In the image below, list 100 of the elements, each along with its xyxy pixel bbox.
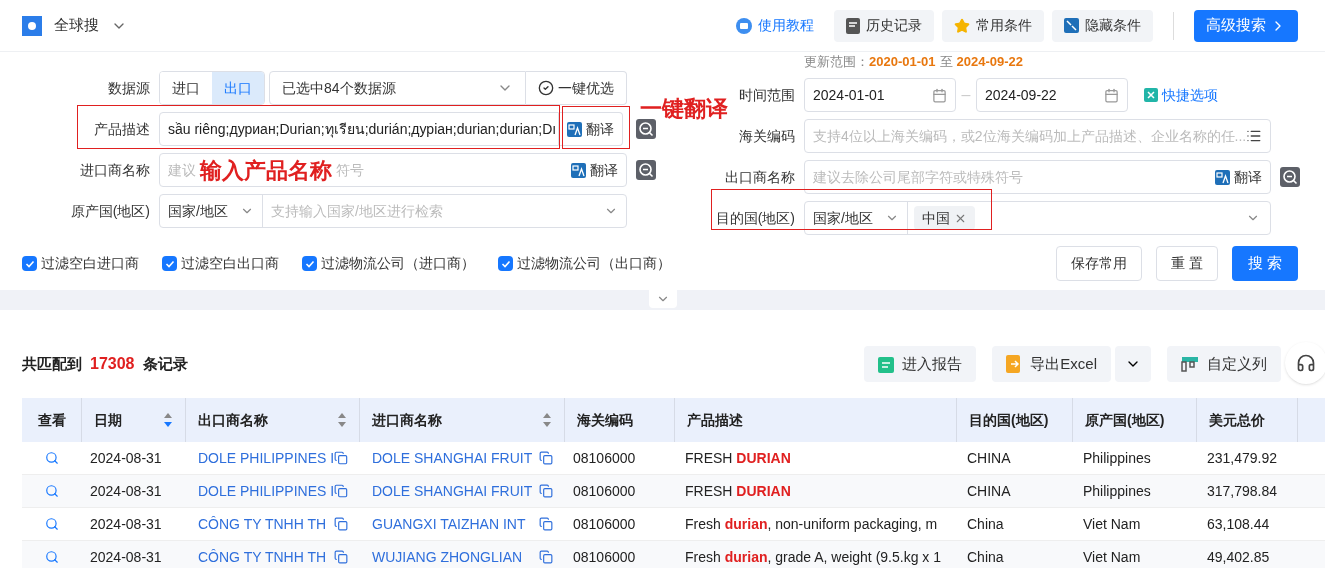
filter-checkbox[interactable]: 过滤空白出口商 (162, 253, 279, 274)
export-dropdown-button[interactable] (1115, 346, 1151, 382)
copy-icon[interactable] (539, 484, 553, 498)
quick-options-link[interactable]: 快捷选项 (1144, 84, 1218, 106)
report-icon (878, 355, 895, 373)
form-button[interactable]: 重 置 (1155, 246, 1218, 281)
advanced-search-button[interactable]: 高级搜索 (1194, 9, 1298, 42)
headset-icon (1296, 353, 1316, 373)
field-label: 数据源 (107, 78, 150, 98)
table-cell-text: 317,798.84 (1206, 481, 1279, 501)
search-icon[interactable] (45, 451, 59, 465)
source-toggle[interactable]: 出口 (212, 72, 264, 104)
update-end-date: 2024-09-22 (956, 52, 1023, 71)
copy-icon[interactable] (334, 484, 348, 498)
field-label: 时间范围 (738, 85, 795, 105)
field-label: 进口商名称 (79, 160, 150, 180)
search-icon[interactable] (45, 550, 59, 564)
table-cell-text: Philippines (1082, 448, 1152, 468)
table-cell-text: China (966, 514, 1005, 534)
table-cell-text: Viet Nam (1082, 514, 1142, 534)
scope-select[interactable]: 全球搜 (22, 14, 127, 37)
company-link[interactable]: DOLE PHILIPPINES I (198, 447, 335, 469)
company-link[interactable]: DOLE PHILIPPINES I (198, 480, 335, 502)
field-label: 原产国(地区) (69, 201, 150, 221)
results-label: 条记录 (142, 353, 188, 374)
toolbar-button[interactable]: 常用条件 (942, 9, 1044, 42)
tutorial-icon (736, 17, 752, 34)
search-button[interactable]: 搜 索 (1231, 246, 1298, 281)
columns-icon (1181, 356, 1199, 372)
copy-icon[interactable] (539, 517, 553, 531)
table-cell-text: 2024-08-31 (89, 448, 163, 468)
action-button[interactable]: 自定义列 (1167, 346, 1281, 382)
filter-checkbox[interactable]: 过滤物流公司（出口商） (498, 253, 671, 274)
sort-icon[interactable] (163, 412, 173, 428)
table-cell-text: CHINA (966, 481, 1012, 501)
annotation-box (562, 106, 630, 149)
check-icon (24, 258, 35, 269)
export-icon (1006, 355, 1023, 373)
copy-icon[interactable] (334, 451, 348, 465)
translate-button[interactable]: 翻译 (559, 113, 622, 145)
star-icon (954, 17, 970, 34)
source-select[interactable]: 已选中84个数据源 (269, 71, 526, 105)
date-field[interactable]: 2024-09-22 (976, 78, 1128, 112)
table-cell-text: Fresh durian, grade A, weight (9.5.kg x 1 (685, 547, 941, 567)
company-link[interactable]: WUJIANG ZHONGLIAN (372, 546, 523, 568)
company-link[interactable]: GUANGXI TAIZHAN INT (372, 513, 526, 535)
field-label: 目的国(地区) (714, 208, 795, 228)
annotation-text: 一键翻译 (640, 95, 728, 123)
optimize-button[interactable]: 一键优选 (526, 71, 627, 105)
table-cell-text: 08106000 (572, 514, 637, 534)
copy-icon[interactable] (334, 517, 348, 531)
action-button[interactable]: 进入报告 (864, 346, 977, 382)
update-range-separator: 至 (939, 52, 953, 71)
translate-icon (567, 121, 582, 137)
company-link[interactable]: CÔNG TY TNHH TH (198, 546, 327, 568)
toolbar-button[interactable]: 隐藏条件 (1052, 9, 1153, 42)
table-cell-text: FRESH DURIAN (685, 481, 791, 501)
company-link[interactable]: DOLE SHANGHAI FRUIT (372, 480, 533, 502)
search-minus-icon[interactable] (636, 119, 656, 139)
country-type-select[interactable]: 国家/地区 (805, 202, 908, 234)
update-start-date: 2020-01-01 (869, 52, 936, 71)
search-minus-icon[interactable] (636, 160, 656, 180)
table-cell-text: 2024-08-31 (89, 547, 163, 567)
form-button[interactable]: 保存常用 (1055, 246, 1142, 281)
table-cell-text: CHINA (966, 448, 1012, 468)
copy-icon[interactable] (539, 451, 553, 465)
calendar-icon (1104, 87, 1119, 103)
search-icon[interactable] (45, 517, 59, 531)
table-cell-text: 231,479.92 (1206, 448, 1279, 468)
check-circle-icon (538, 80, 554, 96)
filter-checkbox[interactable]: 过滤物流公司（进口商） (302, 253, 475, 274)
table-cell-text: 2024-08-31 (89, 514, 163, 534)
date-separator: – (960, 85, 972, 105)
filter-checkbox[interactable]: 过滤空白进口商 (22, 253, 139, 274)
input-field[interactable]: sầu riêng;дуриан;Durian;ทุเรียน;durián;дуріан;durian;durian;Dı (159, 112, 559, 146)
check-icon (304, 258, 315, 269)
field-label: 产品描述 (93, 119, 150, 139)
action-button[interactable]: 导出Excel (992, 346, 1111, 382)
list-icon (1246, 128, 1262, 144)
country-tag[interactable]: 中国 (913, 206, 975, 230)
table-cell-text: 08106000 (572, 448, 637, 468)
field-label: 出口商名称 (724, 167, 795, 187)
sort-icon[interactable] (337, 412, 347, 428)
tutorial-link[interactable]: 使用教程 (724, 9, 826, 42)
copy-icon[interactable] (539, 550, 553, 564)
date-field[interactable]: 2024-01-01 (804, 78, 956, 112)
table-cell-text: 49,402.85 (1206, 547, 1271, 567)
sort-icon[interactable] (542, 412, 552, 428)
company-link[interactable]: DOLE SHANGHAI FRUIT (372, 447, 533, 469)
country-type-select[interactable]: 国家/地区 (160, 195, 263, 227)
table-cell-text: 2024-08-31 (89, 481, 163, 501)
table-cell-text: Viet Nam (1082, 547, 1142, 567)
copy-icon[interactable] (334, 550, 348, 564)
search-icon[interactable] (45, 484, 59, 498)
toolbar-button[interactable]: 历史记录 (834, 9, 934, 42)
company-link[interactable]: CÔNG TY TNHH TH (198, 513, 327, 535)
table-cell-text: China (966, 547, 1005, 567)
search-minus-icon[interactable] (1280, 167, 1300, 187)
support-button[interactable] (1285, 342, 1325, 384)
field-label: 海关编码 (738, 126, 795, 146)
